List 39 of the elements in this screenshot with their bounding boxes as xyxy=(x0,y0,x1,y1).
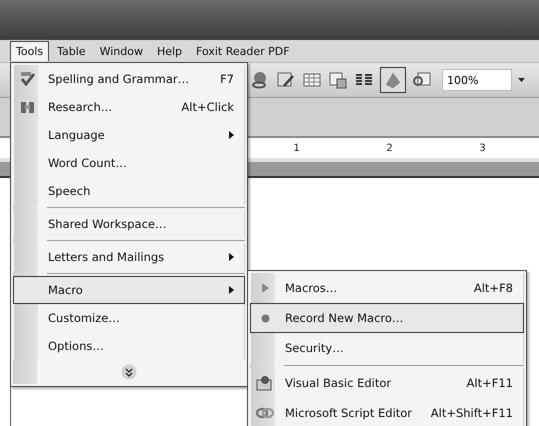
shortcut-label: Alt+F8 xyxy=(472,281,514,295)
menu-title[interactable]: Help xyxy=(150,40,188,62)
zoom-field[interactable]: 100% xyxy=(442,69,512,91)
menu-title[interactable]: Table xyxy=(51,40,92,62)
drawing-tool-icon[interactable] xyxy=(380,67,406,93)
menu-item[interactable]: Customize… xyxy=(13,304,245,332)
menu-title[interactable]: Foxit Reader PDF xyxy=(190,40,296,62)
insert-sheet-icon[interactable] xyxy=(328,70,348,90)
menu-item[interactable]: Spelling and Grammar… F7 xyxy=(13,65,245,93)
menu-item[interactable]: Record New Macro… xyxy=(250,303,524,333)
shortcut-label: Alt+F11 xyxy=(466,376,514,390)
ruler-number: 3 xyxy=(479,142,486,154)
expand-chevron-icon[interactable] xyxy=(121,364,137,380)
dropdown-arrow-icon[interactable] xyxy=(518,78,525,82)
menu-item[interactable]: Language xyxy=(13,121,245,149)
menu-item[interactable]: Shared Workspace… xyxy=(13,210,245,238)
menu-title[interactable]: Window xyxy=(94,40,149,62)
shortcut-label: Alt+Shift+F11 xyxy=(430,406,514,420)
shortcut-label: F7 xyxy=(219,72,235,86)
ruler-number: 1 xyxy=(293,142,300,154)
editor-window-icon xyxy=(256,375,274,391)
menu-item[interactable]: Word Count… xyxy=(13,149,245,177)
menu-item[interactable]: Visual Basic Editor Alt+F11 xyxy=(250,368,524,398)
spelling-check-icon xyxy=(20,71,36,87)
menu-item[interactable]: Macros… Alt+F8 xyxy=(250,273,524,303)
menu-item[interactable]: Speech xyxy=(13,177,245,205)
ruler-number: 2 xyxy=(386,142,393,154)
record-dot-icon xyxy=(260,314,270,322)
shortcut-label: Alt+Click xyxy=(180,100,235,114)
menu-title[interactable]: Tools xyxy=(10,41,50,61)
menu-item[interactable]: Research… Alt+Click xyxy=(13,93,245,121)
binoculars-icon xyxy=(20,99,36,115)
menu-item[interactable]: Options… xyxy=(13,332,245,360)
menu-item[interactable]: Security… xyxy=(250,333,524,363)
play-icon xyxy=(262,283,268,293)
chain-link-icon xyxy=(256,407,274,419)
menu-item[interactable]: Microsoft Script Editor Alt+Shift+F11 xyxy=(250,398,524,426)
menu-item[interactable]: Letters and Mailings xyxy=(13,243,245,271)
menu-item[interactable]: Macro xyxy=(13,276,245,304)
